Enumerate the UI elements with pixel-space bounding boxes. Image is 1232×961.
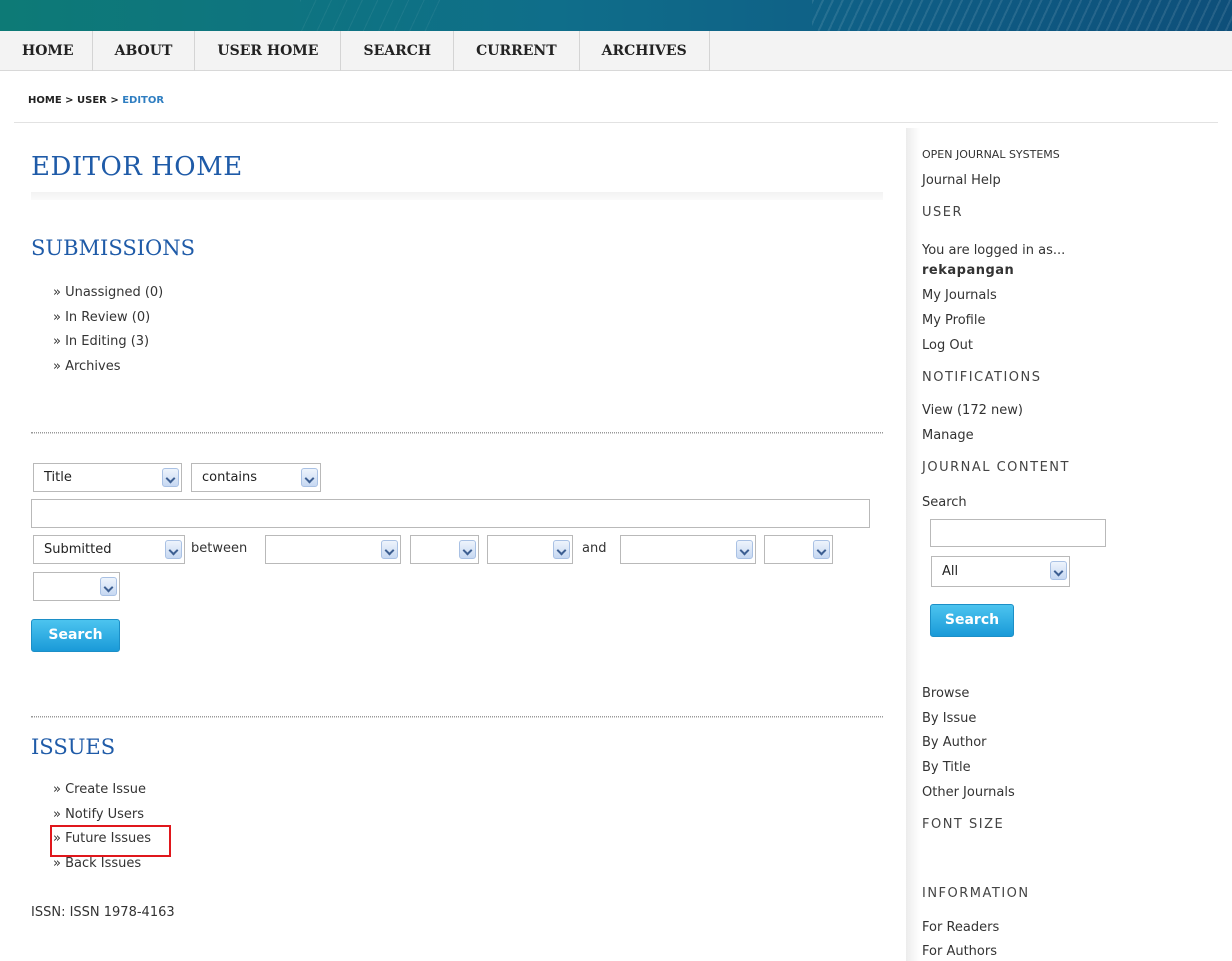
create-issue-link[interactable]: » Create Issue — [53, 778, 151, 803]
from-year-select[interactable] — [487, 535, 573, 564]
submissions-in-review-link[interactable]: » In Review (0) — [53, 306, 163, 331]
search-field-value: Title — [44, 470, 72, 485]
breadcrumb-user[interactable]: USER — [77, 95, 107, 106]
sidebar-scope-select[interactable]: All — [931, 556, 1070, 587]
search-button[interactable]: Search — [31, 619, 120, 652]
between-label: between — [191, 541, 248, 556]
my-journals-link[interactable]: My Journals — [922, 288, 997, 303]
breadcrumb-separator: > — [106, 95, 123, 106]
search-query-input[interactable] — [31, 499, 870, 528]
to-year-select[interactable] — [33, 572, 120, 601]
submissions-in-editing-link[interactable]: » In Editing (3) — [53, 330, 163, 355]
section-divider — [31, 716, 883, 718]
search-match-value: contains — [202, 470, 258, 485]
chevron-down-icon — [1050, 561, 1067, 580]
breadcrumb-home[interactable]: HOME — [28, 95, 62, 106]
chevron-down-icon — [165, 540, 182, 559]
notifications-heading: NOTIFICATIONS — [922, 370, 1042, 385]
chevron-down-icon — [553, 540, 570, 559]
title-underline — [31, 192, 883, 200]
highlight-box — [50, 825, 171, 857]
sidebar-search-button[interactable]: Search — [930, 604, 1014, 637]
submissions-archives-link[interactable]: » Archives — [53, 355, 163, 380]
sidebar-search-input[interactable] — [930, 519, 1106, 547]
sidebar-shadow — [906, 128, 920, 961]
date-field-value: Submitted — [44, 542, 112, 557]
ojs-label[interactable]: OPEN JOURNAL SYSTEMS — [922, 148, 1060, 161]
issues-title: ISSUES — [31, 735, 116, 759]
chevron-down-icon — [813, 540, 830, 559]
and-label: and — [582, 541, 607, 556]
other-journals-link[interactable]: Other Journals — [922, 785, 1015, 800]
notify-users-link[interactable]: » Notify Users — [53, 803, 151, 828]
chevron-down-icon — [162, 468, 179, 487]
chevron-down-icon — [301, 468, 318, 487]
browse-by-title-link[interactable]: By Title — [922, 760, 971, 775]
user-heading: USER — [922, 205, 964, 220]
logged-in-label: You are logged in as... — [922, 243, 1066, 258]
banner-decoration — [300, 0, 440, 31]
browse-by-author-link[interactable]: By Author — [922, 735, 987, 750]
nav-archives[interactable]: ARCHIVES — [580, 31, 710, 71]
for-readers-link[interactable]: For Readers — [922, 920, 999, 935]
nav-search[interactable]: SEARCH — [341, 31, 455, 71]
chevron-down-icon — [100, 577, 117, 596]
view-notifications-link[interactable]: View (172 new) — [922, 403, 1023, 418]
chevron-down-icon — [736, 540, 753, 559]
from-day-select[interactable] — [410, 535, 479, 564]
font-size-heading: FONT SIZE — [922, 817, 1005, 832]
nav-user-home[interactable]: USER HOME — [195, 31, 342, 71]
browse-label: Browse — [922, 686, 970, 701]
to-month-select[interactable] — [620, 535, 756, 564]
search-match-select[interactable]: contains — [191, 463, 321, 492]
submissions-unassigned-link[interactable]: » Unassigned (0) — [53, 281, 163, 306]
from-month-select[interactable] — [265, 535, 401, 564]
submissions-list: » Unassigned (0) » In Review (0) » In Ed… — [53, 281, 163, 379]
my-profile-link[interactable]: My Profile — [922, 313, 985, 328]
for-authors-link[interactable]: For Authors — [922, 944, 997, 959]
nav-about[interactable]: ABOUT — [93, 31, 196, 71]
log-out-link[interactable]: Log Out — [922, 338, 973, 353]
journal-content-heading: JOURNAL CONTENT — [922, 460, 1070, 475]
banner-stripes — [812, 0, 1232, 31]
chevron-down-icon — [459, 540, 476, 559]
to-day-select[interactable] — [764, 535, 833, 564]
manage-notifications-link[interactable]: Manage — [922, 428, 974, 443]
main-nav: HOME ABOUT USER HOME SEARCH CURRENT ARCH… — [0, 31, 1232, 71]
issn-text: ISSN: ISSN 1978-4163 — [31, 905, 175, 920]
sidebar-search-label: Search — [922, 495, 967, 510]
username: rekapangan — [922, 263, 1015, 278]
nav-home[interactable]: HOME — [0, 31, 93, 71]
sidebar-scope-value: All — [942, 564, 959, 579]
nav-current[interactable]: CURRENT — [454, 31, 580, 71]
section-divider — [31, 432, 883, 434]
browse-by-issue-link[interactable]: By Issue — [922, 711, 976, 726]
breadcrumb-current[interactable]: EDITOR — [122, 95, 164, 106]
search-field-select[interactable]: Title — [33, 463, 182, 492]
top-banner — [0, 0, 1232, 31]
date-field-select[interactable]: Submitted — [33, 535, 185, 564]
journal-help-link[interactable]: Journal Help — [922, 173, 1001, 188]
information-heading: INFORMATION — [922, 886, 1030, 901]
breadcrumb-divider — [14, 122, 1218, 123]
submissions-title: SUBMISSIONS — [31, 236, 195, 260]
breadcrumb-separator: > — [61, 95, 77, 106]
chevron-down-icon — [381, 540, 398, 559]
breadcrumb: HOME > USER > EDITOR — [28, 95, 164, 106]
page-title: EDITOR HOME — [31, 152, 243, 182]
